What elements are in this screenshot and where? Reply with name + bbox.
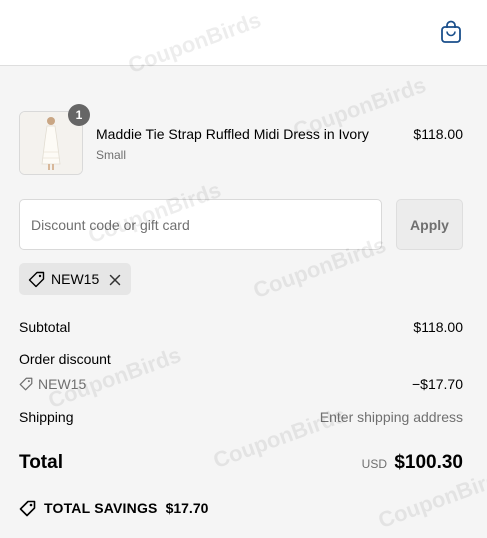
discount-code-name: NEW15 [38, 376, 87, 392]
subtotal-value: $118.00 [413, 319, 463, 335]
shipping-value: Enter shipping address [319, 409, 463, 425]
tag-icon [28, 271, 45, 288]
product-name: Maddie Tie Strap Ruffled Midi Dress in I… [96, 126, 369, 142]
product-price: $118.00 [413, 126, 463, 142]
discount-form: Apply [19, 199, 463, 250]
discount-code-row: NEW15 −$17.70 [19, 376, 463, 394]
tag-icon [19, 377, 33, 391]
shopping-bag-icon[interactable] [440, 20, 462, 44]
remove-discount-icon[interactable] [109, 273, 121, 286]
applied-discount-chip: NEW15 [19, 263, 131, 295]
order-discount-row: Order discount [19, 351, 463, 369]
quantity-badge: 1 [68, 104, 90, 126]
total-row: Total USD $100.30 [19, 452, 463, 476]
subtotal-row: Subtotal $118.00 [19, 319, 463, 337]
total-amount: $100.30 [394, 452, 463, 473]
discount-amount: −$17.70 [412, 376, 463, 392]
total-savings-label: TOTAL SAVINGS [44, 500, 158, 516]
discount-code-input[interactable] [19, 199, 382, 250]
applied-discount-code: NEW15 [51, 271, 100, 287]
store-header [0, 0, 487, 66]
tag-icon [19, 500, 36, 517]
cart-line-item: 1 Maddie Tie Strap Ruffled Midi Dress in… [19, 104, 463, 175]
order-discount-label: Order discount [19, 351, 111, 367]
shipping-row: Shipping Enter shipping address [19, 409, 463, 427]
product-variant: Small [96, 148, 127, 162]
total-savings-row: TOTAL SAVINGS $17.70 [19, 499, 463, 517]
apply-discount-button[interactable]: Apply [396, 199, 463, 250]
total-currency: USD [361, 457, 387, 471]
total-label: Total [19, 452, 63, 473]
subtotal-label: Subtotal [19, 319, 71, 335]
shipping-label: Shipping [19, 409, 74, 425]
order-summary: 1 Maddie Tie Strap Ruffled Midi Dress in… [0, 66, 487, 538]
total-savings-amount: $17.70 [165, 500, 209, 516]
